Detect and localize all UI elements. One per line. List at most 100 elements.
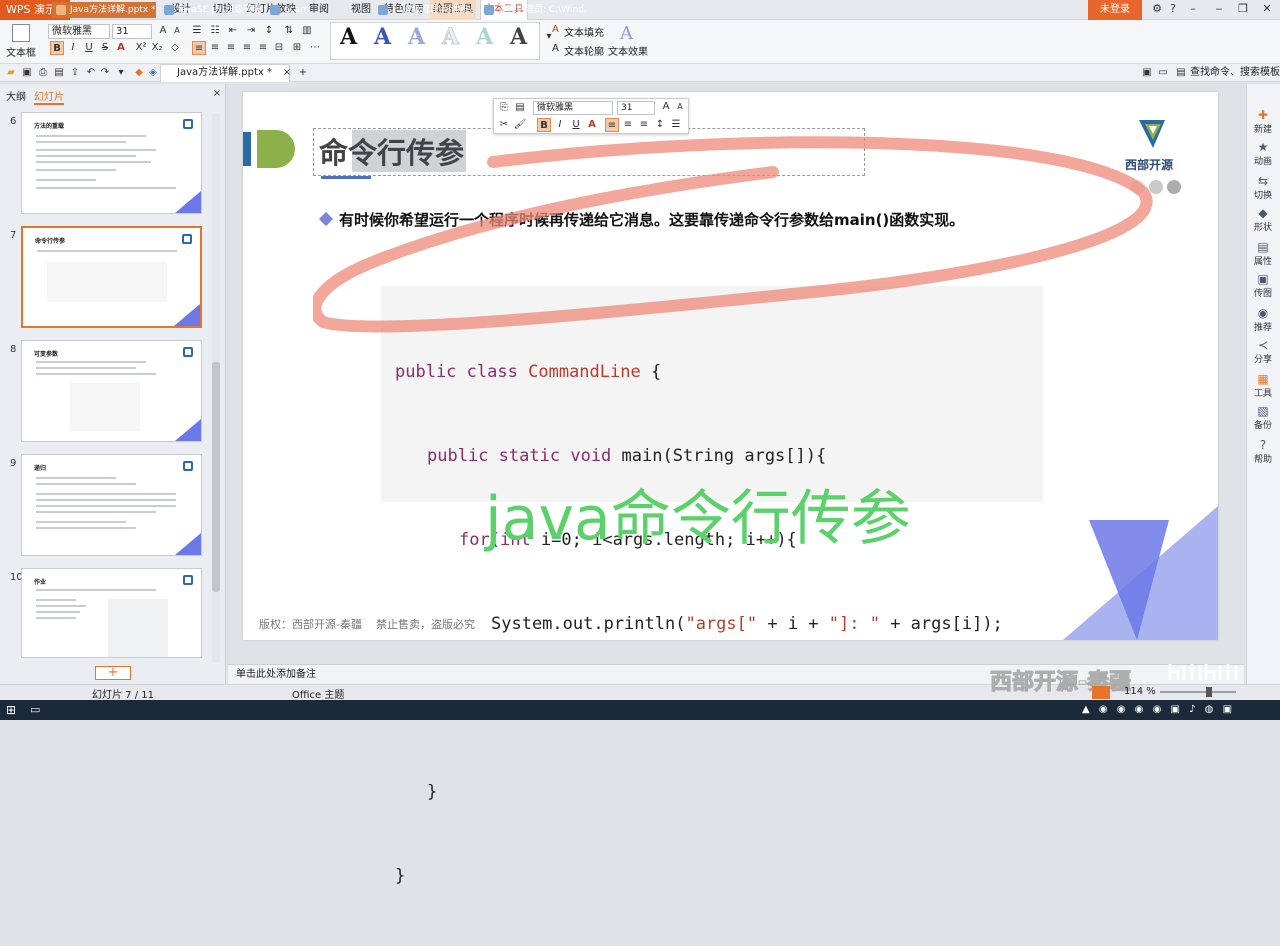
italic-button[interactable]: I [66, 41, 80, 55]
mini-font-size[interactable]: 31 [617, 101, 655, 115]
bullet-list-icon[interactable]: ☰ [190, 24, 204, 38]
close-tab-icon[interactable]: × [280, 66, 294, 80]
preview-icon[interactable]: ▤ [52, 66, 66, 80]
zoom-level[interactable]: 114 % [1124, 686, 1156, 697]
login-button[interactable]: 未登录 [1088, 0, 1142, 20]
font-name-select[interactable]: 微软雅黑 [48, 24, 110, 39]
minimize-icon[interactable]: – [1186, 2, 1200, 16]
indent-decrease-icon[interactable]: ⇤ [226, 24, 240, 38]
font-color-button[interactable]: A [114, 41, 128, 55]
taskbar-item-ocam[interactable]: ocam [266, 2, 366, 18]
window-icon-3[interactable]: ▤ [1174, 66, 1188, 80]
indent-increase-icon[interactable]: ⇥ [244, 24, 258, 38]
system-tray[interactable]: ▲ ◉ ◉ ◉ ◉ ▣ ♪ ◍ ▣ [1082, 702, 1272, 718]
strikethrough-button[interactable]: S [98, 41, 112, 55]
maximize-button[interactable]: ❐ [1236, 2, 1250, 16]
new-tool[interactable]: ✚ 新建 [1246, 108, 1280, 135]
font-size-select[interactable]: 31 [112, 24, 152, 39]
undo-icon[interactable]: ↶ [84, 66, 98, 80]
properties-tool[interactable]: ▤ 属性 [1246, 240, 1280, 267]
textbox-icon[interactable] [12, 24, 30, 42]
start-icon[interactable]: ⊞ [6, 703, 20, 717]
open-folder-icon[interactable]: ▰ [4, 66, 18, 80]
slide-thumbnail-9[interactable]: 递归 [21, 454, 202, 556]
slide-thumbnail-10[interactable]: 作业 [21, 568, 202, 658]
slide-thumbnail-8[interactable]: 可变参数 [21, 340, 202, 442]
align-center-button[interactable]: ≡ [208, 41, 222, 55]
text-effect-icon[interactable]: A [620, 23, 633, 44]
more-paragraph-icon[interactable]: ⋯ [308, 41, 322, 55]
window-icon-2[interactable]: ▭ [1156, 66, 1170, 80]
taskbar-item-cmd[interactable]: 选择管理员: C:\Wind... [480, 2, 586, 18]
line-spacing-icon[interactable]: ↕ [262, 24, 276, 38]
upload-image-tool[interactable]: ▣ 传图 [1246, 272, 1280, 299]
help-tool[interactable]: ? 帮助 [1246, 438, 1280, 465]
superscript-button[interactable]: X² [134, 41, 148, 55]
textbox-label[interactable]: 文本框 [6, 44, 36, 59]
shrink-font-icon[interactable]: A [170, 24, 184, 38]
subscript-button[interactable]: X₂ [150, 41, 164, 55]
export-icon[interactable]: ⇪ [68, 66, 82, 80]
mini-paste-icon[interactable]: ▤ [513, 101, 527, 115]
print-icon[interactable]: ⎙ [36, 66, 50, 80]
number-list-icon[interactable]: ☷ [208, 24, 222, 38]
customize-dropdown-icon[interactable]: ▾ [114, 66, 128, 80]
panel-scrollbar-thumb[interactable] [212, 362, 220, 592]
text-style-white[interactable]: A [441, 24, 459, 51]
text-style-blue[interactable]: A [374, 24, 391, 50]
help-icon[interactable]: ? [1166, 2, 1180, 16]
columns-icon[interactable]: ▥ [300, 24, 314, 38]
underline-button[interactable]: U [82, 41, 96, 55]
slide-thumbnail-6[interactable]: 方法的重载 [21, 112, 202, 214]
close-panel-icon[interactable]: × [210, 87, 224, 101]
spacing-icon[interactable]: ⊞ [290, 41, 304, 55]
shape-tool[interactable]: ◆ 形状 [1246, 206, 1280, 233]
vertical-align-icon[interactable]: ⊟ [272, 41, 286, 55]
cloud-icon[interactable]: ◈ [146, 66, 160, 80]
tools-tool[interactable]: ▦ 工具 [1246, 372, 1280, 399]
align-right-button[interactable]: ≡ [224, 41, 238, 55]
text-direction-icon[interactable]: ⇅ [282, 24, 296, 38]
share-tool[interactable]: ≺ 分享 [1246, 338, 1280, 365]
grow-font-icon[interactable]: A [156, 24, 170, 38]
save-icon[interactable]: ▣ [20, 66, 34, 80]
text-style-dark[interactable]: A [510, 24, 527, 50]
text-fill-icon[interactable]: A [552, 24, 559, 35]
redo-icon[interactable]: ↷ [98, 66, 112, 80]
task-view-icon[interactable]: ▭ [30, 703, 44, 717]
text-outline-button[interactable]: 文本轮廓 [564, 43, 604, 58]
zoom-slider-handle[interactable] [1206, 687, 1212, 697]
text-style-teal[interactable]: A [476, 24, 493, 50]
backup-tool[interactable]: ▧ 备份 [1246, 404, 1280, 431]
tab-slides[interactable]: 幻灯片 [34, 88, 64, 105]
text-fill-button[interactable]: 文本填充 [564, 24, 604, 39]
zoom-slider[interactable] [1160, 691, 1236, 693]
distribute-button[interactable]: ≡ [256, 41, 270, 55]
new-tab-icon[interactable]: + [296, 66, 310, 80]
taskbar-item-wps[interactable]: Java方法详解.pptx *... [52, 2, 156, 18]
mini-copy-icon[interactable]: ⎘ [497, 101, 511, 115]
mini-grow-font-icon[interactable]: A [659, 100, 673, 114]
slide[interactable]: 命令行传参 ⎘ ▤ 微软雅黑 31 A A ✂ 🖌 B I U A ≡ ≡ ≡ … [243, 92, 1218, 886]
mini-shrink-font-icon[interactable]: A [673, 100, 687, 114]
tab-outline[interactable]: 大纲 [6, 88, 26, 103]
transition-tool[interactable]: ⇆ 切换 [1246, 174, 1280, 201]
window-icon-1[interactable]: ▣ [1140, 66, 1154, 80]
justify-button[interactable]: ≡ [240, 41, 254, 55]
text-outline-icon[interactable]: A [552, 43, 559, 54]
minimize-button[interactable]: ‒ [1212, 2, 1226, 16]
taskbar-item-explorer[interactable]: F:\班级管理\网课班\... [374, 2, 474, 18]
animation-tool[interactable]: ★ 动画 [1246, 140, 1280, 167]
text-effect-button[interactable]: 文本效果 [608, 43, 648, 58]
document-tab[interactable]: Java方法详解.pptx * [160, 64, 290, 82]
recommend-tool[interactable]: ◉ 推荐 [1246, 306, 1280, 333]
search-commands[interactable]: 查找命令、搜索模板 [1190, 66, 1280, 80]
close-button[interactable]: ✕ [1260, 2, 1274, 16]
text-style-light-blue[interactable]: A [408, 24, 425, 50]
align-left-button[interactable]: ≡ [192, 41, 206, 55]
mini-font-name[interactable]: 微软雅黑 [533, 101, 613, 115]
skin-icon[interactable]: ⚙ [1150, 2, 1164, 16]
text-style-black[interactable]: A [340, 24, 357, 50]
clear-format-icon[interactable]: ◇ [168, 41, 182, 55]
slideshow-play-icon[interactable] [1092, 686, 1110, 699]
